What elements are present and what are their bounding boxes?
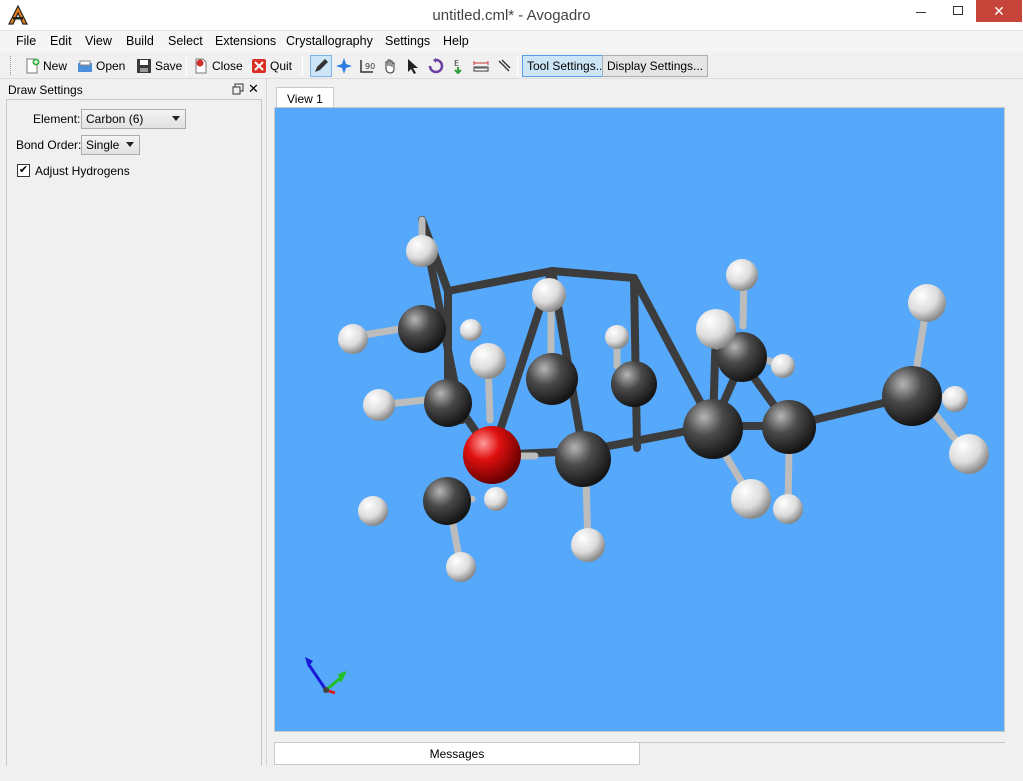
dock-close-icon[interactable]: ✕ xyxy=(248,81,259,97)
menu-build[interactable]: Build xyxy=(124,33,156,49)
dock-title: Draw Settings xyxy=(8,83,83,97)
checkmark-icon: ✔ xyxy=(18,164,29,176)
pencil-icon xyxy=(315,59,328,72)
chevron-down-icon xyxy=(172,116,180,121)
window-title: untitled.cml* - Avogadro xyxy=(432,7,591,24)
adjust-hydrogens-checkbox[interactable]: ✔ xyxy=(17,164,30,177)
toolbar-separator xyxy=(186,56,187,76)
menu-help[interactable]: Help xyxy=(441,33,471,49)
menu-settings[interactable]: Settings xyxy=(383,33,432,49)
ruler-icon xyxy=(473,61,489,72)
bond-centric-tool-button[interactable]: 90 xyxy=(356,55,378,77)
auto-optimize-tool-button[interactable]: E xyxy=(447,55,469,77)
menu-select[interactable]: Select xyxy=(166,33,205,49)
save-disk-icon xyxy=(137,59,151,73)
oxygen-atom xyxy=(463,426,521,484)
bond-order-label: Bond Order: xyxy=(16,138,82,152)
molecule-viewport[interactable] xyxy=(274,107,1005,732)
measure-tool-button[interactable] xyxy=(470,55,492,77)
new-label: New xyxy=(43,59,68,73)
maximize-button[interactable] xyxy=(941,0,975,22)
optimize-energy-icon: E xyxy=(454,59,462,74)
draw-settings-panel: Element: Carbon (6) Bond Order: Single ✔… xyxy=(6,99,262,777)
bond-sticks xyxy=(418,216,916,459)
view-tab-bar: View 1 xyxy=(274,87,1005,108)
auto-rotate-tool-button[interactable] xyxy=(425,55,447,77)
new-file-icon xyxy=(26,58,40,74)
menu-crystallography[interactable]: Crystallography xyxy=(284,33,375,49)
maximize-icon xyxy=(953,6,963,15)
close-window-button[interactable]: ✕ xyxy=(976,0,1022,22)
hand-icon xyxy=(385,59,395,74)
menu-extensions[interactable]: Extensions xyxy=(213,33,278,49)
align-tool-button[interactable] xyxy=(493,55,515,77)
draw-tool-button[interactable] xyxy=(310,55,332,77)
status-bar xyxy=(0,766,1023,781)
navigate-star-icon xyxy=(336,58,352,74)
dock-title-bar[interactable]: Draw Settings ✕ xyxy=(6,81,262,99)
toolbar-grip[interactable] xyxy=(10,56,13,75)
close-button[interactable]: Close xyxy=(193,55,243,77)
tab-view-1[interactable]: View 1 xyxy=(276,87,334,108)
angle-90-icon: 90 xyxy=(360,60,375,73)
quit-button[interactable]: Quit xyxy=(251,55,292,77)
menu-view[interactable]: View xyxy=(83,33,114,49)
close-icon: ✕ xyxy=(993,3,1005,19)
open-label: Open xyxy=(96,59,126,73)
new-button[interactable]: New xyxy=(24,55,67,77)
title-bar: untitled.cml* - Avogadro ✕ xyxy=(0,0,1023,31)
float-dock-icon[interactable] xyxy=(232,83,244,95)
toolbar-separator xyxy=(302,56,303,76)
bond-order-value: Single xyxy=(86,138,120,152)
molecule-render[interactable] xyxy=(275,108,1005,732)
rotate-icon xyxy=(428,58,444,74)
menu-bar: File Edit View Build Select Extensions C… xyxy=(0,31,1023,52)
element-combobox[interactable]: Carbon (6) xyxy=(81,109,186,129)
display-settings-button[interactable]: Display Settings... xyxy=(602,55,709,77)
svg-text:E: E xyxy=(454,59,459,68)
quit-label: Quit xyxy=(270,59,293,73)
manipulate-tool-button[interactable] xyxy=(379,55,401,77)
menu-edit[interactable]: Edit xyxy=(48,33,74,49)
toolbar-separator xyxy=(517,56,518,76)
menu-file[interactable]: File xyxy=(14,33,38,49)
element-label: Element: xyxy=(33,112,81,126)
chevron-down-icon xyxy=(126,142,134,147)
svg-text:90: 90 xyxy=(365,62,375,71)
messages-bar: Messages xyxy=(274,742,1005,765)
bond-order-combobox[interactable]: Single xyxy=(81,135,140,155)
minimize-icon xyxy=(916,12,926,13)
tool-settings-button[interactable]: Tool Settings... xyxy=(522,55,611,77)
minimize-button[interactable] xyxy=(904,0,938,22)
adjust-hydrogens-label[interactable]: Adjust Hydrogens xyxy=(35,164,130,178)
cursor-arrow-icon xyxy=(408,59,418,74)
quit-icon xyxy=(252,59,266,73)
main-toolbar: New Open Save Close Quit 90 E Tool Setti… xyxy=(0,52,1023,79)
open-folder-icon xyxy=(78,60,92,72)
save-button[interactable]: Save xyxy=(136,55,182,77)
element-value: Carbon (6) xyxy=(86,112,144,126)
tab-messages[interactable]: Messages xyxy=(274,743,640,765)
close-label: Close xyxy=(212,59,243,73)
close-document-icon xyxy=(195,58,207,74)
align-icon xyxy=(498,59,511,72)
draw-settings-dock: Draw Settings ✕ Element: Carbon (6) Bond… xyxy=(0,79,267,781)
select-tool-button[interactable] xyxy=(402,55,424,77)
save-label: Save xyxy=(155,59,183,73)
axes-orientation-icon xyxy=(305,657,347,695)
open-button[interactable]: Open xyxy=(77,55,125,77)
navigate-tool-button[interactable] xyxy=(333,55,355,77)
